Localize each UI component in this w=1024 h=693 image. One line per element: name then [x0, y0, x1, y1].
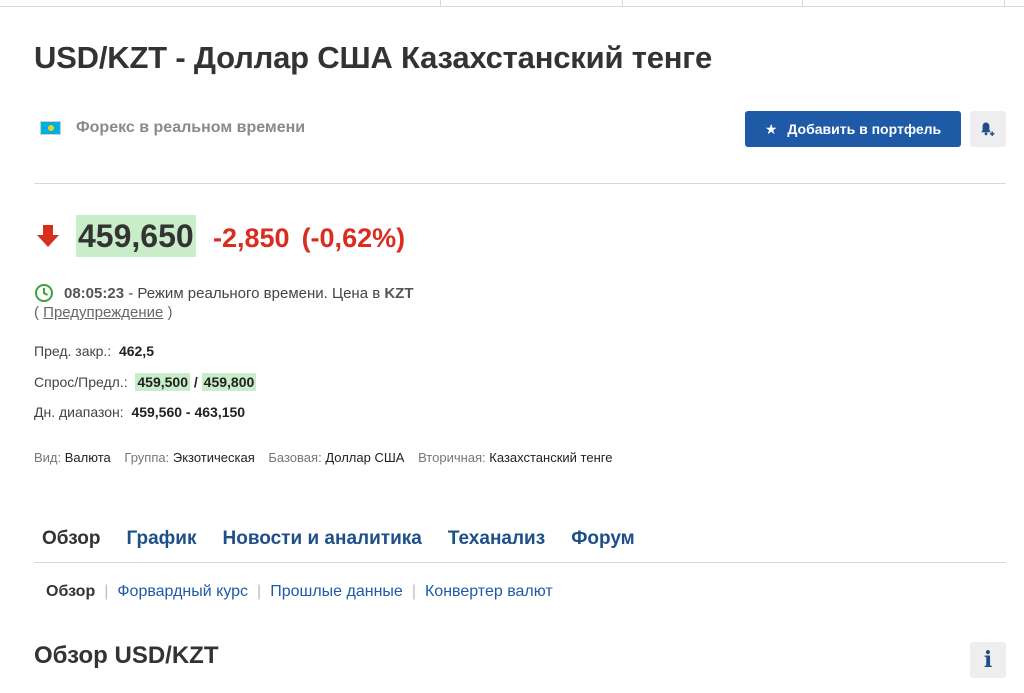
create-alert-button[interactable]	[970, 111, 1006, 147]
subtab-separator: |	[104, 583, 109, 600]
add-to-portfolio-label: Добавить в портфель	[787, 121, 942, 137]
realtime-info: 08:05:23 - Режим реального времени. Цена…	[64, 285, 414, 302]
tab-forum[interactable]: Форум	[571, 528, 635, 550]
type-label: Вид:	[34, 450, 62, 465]
prev-close-value: 462,5	[118, 343, 154, 359]
quote-time: 08:05:23	[64, 285, 125, 302]
type-value: Валюта	[64, 450, 111, 465]
clock-icon	[35, 284, 53, 302]
secondary-value: Казахстанский тенге	[489, 450, 613, 465]
sub-tabs: Обзор | Форвардный курс | Прошлые данные…	[46, 583, 553, 601]
header-divider	[34, 183, 1006, 184]
day-range-row: Дн. диапазон: 459,560 - 463,150	[34, 404, 245, 420]
section-title: Обзор USD/KZT	[34, 642, 219, 669]
top-nav-divider	[440, 0, 441, 6]
bid-value: 459,500	[135, 373, 190, 391]
warning-link[interactable]: Предупреждение	[43, 304, 163, 321]
tab-overview[interactable]: Обзор	[42, 528, 100, 550]
tab-technical[interactable]: Теханализ	[448, 528, 545, 550]
bell-plus-icon	[981, 122, 995, 136]
secondary-label: Вторичная:	[418, 450, 486, 465]
add-to-portfolio-button[interactable]: ★ Добавить в портфель	[745, 111, 961, 147]
base-value: Доллар США	[325, 450, 405, 465]
arrow-down-icon	[37, 225, 59, 247]
subtab-separator: |	[411, 583, 416, 600]
group-value: Экзотическая	[172, 450, 255, 465]
subtab-overview[interactable]: Обзор	[46, 583, 95, 601]
info-button[interactable]: i	[970, 642, 1006, 678]
top-nav-divider	[1004, 0, 1005, 6]
day-range-label: Дн. диапазон:	[34, 404, 124, 420]
tabs-divider	[34, 562, 1006, 563]
main-tabs: Обзор График Новости и аналитика Теханал…	[42, 528, 635, 550]
day-range-value: 459,560 - 463,150	[131, 404, 246, 420]
warning-line: ( Предупреждение )	[34, 304, 173, 321]
change-value: -2,850	[213, 223, 290, 253]
tab-chart[interactable]: График	[126, 528, 196, 550]
price-currency: KZT	[384, 285, 414, 302]
subtab-forward-rates[interactable]: Форвардный курс	[117, 583, 248, 601]
realtime-mode-text: - Режим реального времени. Цена в	[128, 285, 381, 302]
last-price: 459,650	[76, 215, 196, 257]
bid-ask-row: Спрос/Предл.: 459,500 / 459,800	[34, 373, 257, 391]
instrument-meta: Вид: Валюта Группа: Экзотическая Базовая…	[34, 450, 622, 465]
prev-close-label: Пред. закр.:	[34, 343, 112, 359]
top-nav-divider	[622, 0, 623, 6]
tab-news-analytics[interactable]: Новости и аналитика	[223, 528, 422, 550]
prev-close-row: Пред. закр.: 462,5	[34, 343, 154, 359]
market-subtitle: Форекс в реальном времени	[76, 119, 306, 136]
subtab-currency-converter[interactable]: Конвертер валют	[425, 583, 553, 601]
change-percent: (-0,62%)	[301, 223, 406, 253]
base-label: Базовая:	[268, 450, 322, 465]
bid-ask-label: Спрос/Предл.:	[34, 374, 128, 390]
subtab-separator: |	[257, 583, 262, 600]
star-icon: ★	[764, 120, 778, 137]
ask-value: 459,800	[201, 373, 257, 391]
price-change: -2,850 (-0,62%)	[213, 223, 405, 254]
top-nav-divider	[802, 0, 803, 6]
top-nav-bar	[0, 0, 1024, 7]
page-title: USD/KZT - Доллар США Казахстанский тенге	[34, 40, 713, 75]
subtab-historical-data[interactable]: Прошлые данные	[270, 583, 403, 601]
kazakhstan-flag-icon	[40, 121, 61, 135]
group-label: Группа:	[124, 450, 170, 465]
info-icon: i	[983, 647, 993, 673]
